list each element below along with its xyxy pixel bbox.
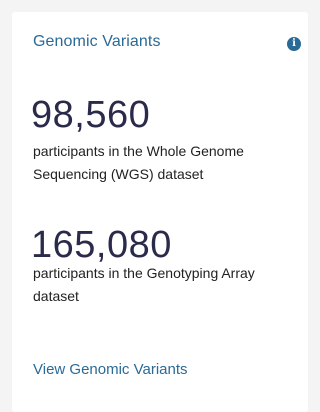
view-genomic-variants-link[interactable]: View Genomic Variants <box>33 361 188 378</box>
wgs-participants-count: 98,560 <box>31 94 151 136</box>
card-title: Genomic Variants <box>33 33 161 50</box>
genomic-variants-card: Genomic Variants i 98,560 participants i… <box>12 12 308 412</box>
array-participants-description: participants in the Genotyping Array dat… <box>33 265 255 304</box>
array-participants-count: 165,080 <box>31 224 172 266</box>
wgs-participants-description: participants in the Whole Genome Sequenc… <box>33 143 244 182</box>
info-icon[interactable]: i <box>287 37 301 51</box>
